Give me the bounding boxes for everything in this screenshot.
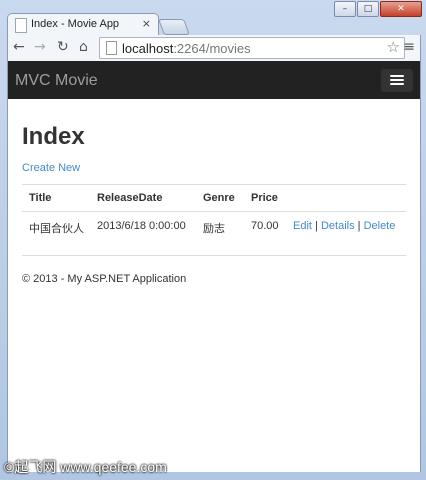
star-icon[interactable]: ☆ [387,38,400,56]
minimize-button[interactable]: – [334,1,356,17]
column-header-price: Price [251,192,278,204]
close-window-button[interactable]: ✕ [380,1,422,17]
page-title: Index [22,123,85,150]
delete-link[interactable]: Delete [364,220,396,232]
hamburger-line-icon [390,83,404,85]
tab-title: Index - Movie App [31,18,120,30]
hamburger-line-icon [390,79,404,81]
browser-window: – □ ✕ Index - Movie App × ← → ↻ ⌂ localh… [0,0,426,480]
address-bar[interactable]: localhost:2264/movies ☆ [99,37,405,59]
window-controls: – □ ✕ [334,1,422,17]
column-header-title: Title [29,192,52,204]
url-text: localhost:2264/movies [122,41,251,56]
cell-release-date: 2013/6/18 0:00:00 [97,220,186,232]
arrow-left-icon[interactable]: ← [13,39,25,55]
action-separator: | [357,220,361,232]
watermark-text: ©起飞网 www.qeefee.com [4,459,167,475]
navbar-toggle-button[interactable] [381,69,413,92]
column-header-genre: Genre [203,192,235,204]
create-new-link[interactable]: Create New [22,162,80,174]
table-header-rule [22,211,406,212]
browser-toolbar: ← → ↻ ⌂ localhost:2264/movies ☆ ≡ [7,35,421,61]
browser-tab[interactable]: Index - Movie App × [7,13,159,36]
page-footer: © 2013 - My ASP.NET Application [22,273,187,285]
home-icon[interactable]: ⌂ [79,39,88,55]
table-top-rule [22,184,406,185]
cell-genre: 励志 [203,223,225,235]
menu-icon[interactable]: ≡ [403,39,415,55]
action-separator: | [315,220,318,232]
row-actions: Edit | Details | Delete [293,220,395,232]
cell-price: 70.00 [251,220,279,232]
edit-link[interactable]: Edit [293,220,312,232]
site-brand-link[interactable]: MVC Movie [15,72,98,90]
url-host: localhost [122,41,174,56]
footer-rule [22,255,406,256]
page-viewport: MVC Movie Index Create New Title Release… [7,61,421,472]
tab-close-icon[interactable]: × [142,17,151,30]
url-path: :2264/movies [173,41,251,56]
reload-icon[interactable]: ↻ [57,39,69,55]
cell-title: 中国合伙人 [29,223,84,235]
page-icon [106,41,117,55]
hamburger-line-icon [390,75,404,77]
new-tab-button[interactable] [158,19,190,35]
site-navbar: MVC Movie [8,61,420,99]
details-link[interactable]: Details [321,220,355,232]
column-header-release-date: ReleaseDate [97,192,163,204]
page-favicon-icon [15,18,27,33]
maximize-button[interactable]: □ [357,1,379,17]
arrow-right-icon[interactable]: → [34,39,46,55]
